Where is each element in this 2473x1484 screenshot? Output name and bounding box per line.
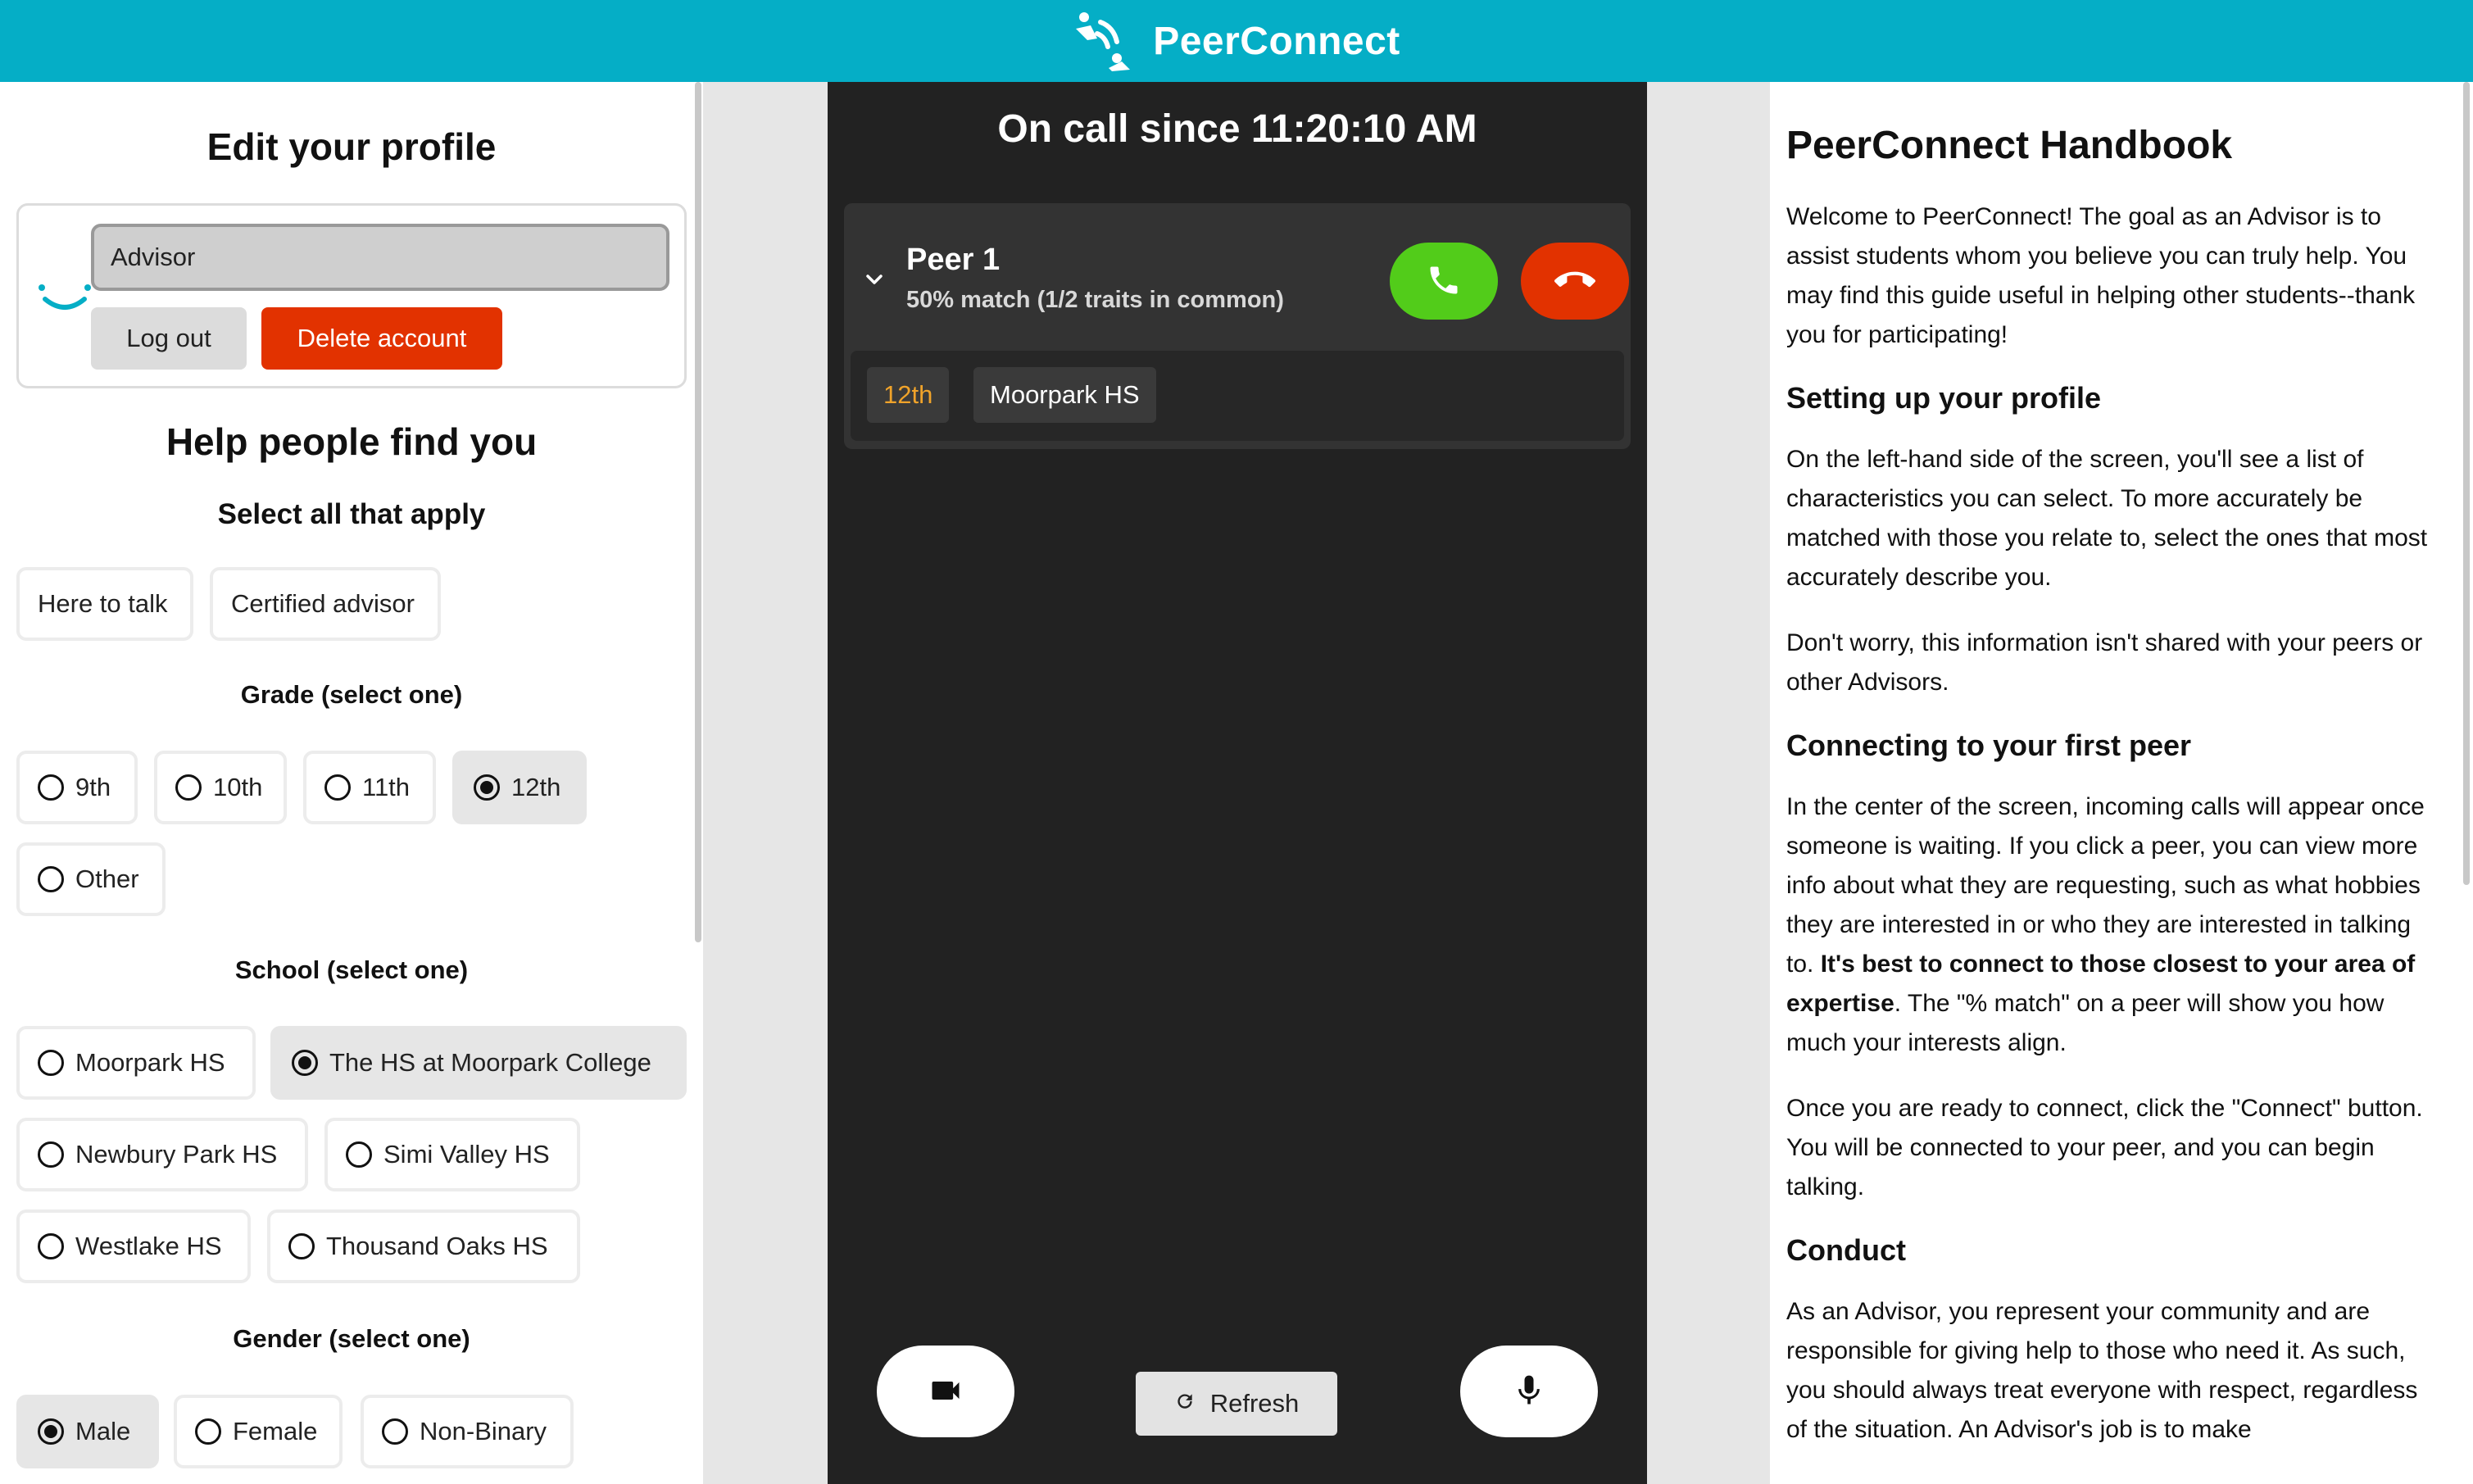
handbook-panel: PeerConnect Handbook Welcome to PeerConn… <box>1770 82 2473 1484</box>
brand: PeerConnect <box>1073 11 1400 71</box>
option-label: Newbury Park HS <box>75 1140 278 1169</box>
option-label: Simi Valley HS <box>383 1140 550 1169</box>
peer-name: Peer 1 <box>906 243 1001 277</box>
radio-icon <box>38 1141 64 1168</box>
radio-icon <box>346 1141 372 1168</box>
grade-option-10th[interactable]: 10th <box>154 751 287 824</box>
radio-icon <box>38 866 64 892</box>
peer-tag-grade: 12th <box>867 367 950 423</box>
radio-icon <box>38 774 64 801</box>
delete-account-button[interactable]: Delete account <box>261 307 502 370</box>
handbook-section-title: Setting up your profile <box>1786 381 2101 415</box>
handbook-section-title: Conduct <box>1786 1233 1906 1267</box>
display-name-input[interactable] <box>91 224 669 291</box>
radio-icon <box>38 1050 64 1076</box>
find-title: Help people find you <box>166 420 538 463</box>
call-status-title: On call since 11:20:10 AM <box>997 107 1477 151</box>
radio-icon <box>175 774 202 801</box>
radio-selected-icon <box>38 1418 64 1445</box>
microphone-toggle-button[interactable] <box>1460 1346 1598 1437</box>
profile-panel: Edit your profile Log out Delete account… <box>0 82 703 1484</box>
handbook-paragraph: As an Advisor, you represent your commun… <box>1786 1298 2418 1443</box>
grade-option-other[interactable]: Other <box>16 842 166 916</box>
refresh-icon <box>1174 1389 1196 1418</box>
peer-card[interactable]: Peer 1 50% match (1/2 traits in common) … <box>844 203 1631 449</box>
find-subtitle: Select all that apply <box>217 498 486 530</box>
profile-title: Edit your profile <box>206 125 497 168</box>
school-option-thousand-oaks-hs[interactable]: Thousand Oaks HS <box>267 1209 580 1283</box>
radio-icon <box>38 1233 64 1259</box>
video-camera-icon <box>928 1373 964 1411</box>
refresh-label: Refresh <box>1209 1389 1300 1418</box>
gender-option-non-binary[interactable]: Non-Binary <box>361 1395 574 1468</box>
grade-option-9th[interactable]: 9th <box>16 751 138 824</box>
grade-option-11th[interactable]: 11th <box>303 751 436 824</box>
option-label: Westlake HS <box>75 1232 222 1260</box>
radio-selected-icon <box>474 774 500 801</box>
handbook-paragraph: In the center of the screen, incoming ca… <box>1786 787 2442 1063</box>
grade-option-12th[interactable]: 12th <box>452 751 587 824</box>
option-label: 9th <box>75 773 111 801</box>
handbook-scrollbar[interactable] <box>2463 82 2470 885</box>
handbook-paragraph: Don't worry, this information isn't shar… <box>1786 629 2423 696</box>
top-bar: PeerConnect <box>0 0 2473 82</box>
handbook-section-title: Connecting to your first peer <box>1786 728 2192 762</box>
option-label: 12th <box>511 773 561 801</box>
logout-button[interactable]: Log out <box>91 307 247 370</box>
radio-icon <box>324 774 351 801</box>
school-option-simi-valley-hs[interactable]: Simi Valley HS <box>324 1118 580 1191</box>
profile-card: Log out Delete account <box>16 203 687 388</box>
role-chip-certified-advisor[interactable]: Certified advisor <box>210 567 441 641</box>
option-label: Moorpark HS <box>75 1048 225 1077</box>
chip-label: Certified advisor <box>231 589 415 618</box>
school-title: School (select one) <box>234 955 469 984</box>
handbook-paragraph: Once you are ready to connect, click the… <box>1786 1095 2423 1200</box>
handbook-title: PeerConnect Handbook <box>1786 124 2233 167</box>
option-label: Thousand Oaks HS <box>326 1232 548 1260</box>
call-panel: On call since 11:20:10 AM Peer 1 50% mat… <box>828 82 1647 1484</box>
peer-tag-school: Moorpark HS <box>973 367 1156 423</box>
option-label: 10th <box>213 773 263 801</box>
gender-title: Gender (select one) <box>233 1324 470 1353</box>
phone-icon <box>1426 262 1462 301</box>
option-label: Female <box>233 1417 318 1445</box>
option-label: Male <box>75 1417 131 1445</box>
school-option-moorpark-hs[interactable]: Moorpark HS <box>16 1026 256 1100</box>
peer-match: 50% match (1/2 traits in common) <box>906 287 1284 313</box>
chip-label: Here to talk <box>38 589 168 618</box>
peerconnect-logo-icon <box>1073 11 1133 71</box>
option-label: Non-Binary <box>420 1417 547 1445</box>
option-label: Other <box>75 865 139 893</box>
handbook-intro: Welcome to PeerConnect! The goal as an A… <box>1786 203 2416 348</box>
radio-selected-icon <box>292 1050 318 1076</box>
gender-option-male[interactable]: Male <box>16 1395 159 1468</box>
option-label: The HS at Moorpark College <box>329 1048 651 1077</box>
hang-up-icon <box>1554 260 1595 303</box>
radio-icon <box>382 1418 408 1445</box>
microphone-icon <box>1511 1373 1547 1411</box>
option-label: 11th <box>362 773 411 801</box>
radio-icon <box>195 1418 221 1445</box>
accept-call-button[interactable] <box>1390 243 1498 320</box>
school-option-hs-at-moorpark-college[interactable]: The HS at Moorpark College <box>270 1026 687 1100</box>
school-option-westlake-hs[interactable]: Westlake HS <box>16 1209 251 1283</box>
refresh-button[interactable]: Refresh <box>1136 1372 1337 1436</box>
brand-name: PeerConnect <box>1153 19 1400 63</box>
role-chip-here-to-talk[interactable]: Here to talk <box>16 567 193 641</box>
handbook-content: PeerConnect Handbook Welcome to PeerConn… <box>1786 123 2442 1476</box>
grade-title: Grade (select one) <box>240 680 463 709</box>
peer-tags: 12th Moorpark HS <box>851 351 1624 441</box>
handbook-paragraph: On the left-hand side of the screen, you… <box>1786 446 2428 591</box>
gender-option-female[interactable]: Female <box>174 1395 343 1468</box>
chevron-down-icon[interactable] <box>864 269 885 290</box>
school-option-newbury-park-hs[interactable]: Newbury Park HS <box>16 1118 308 1191</box>
decline-call-button[interactable] <box>1521 243 1629 320</box>
radio-icon <box>288 1233 315 1259</box>
avatar-smile-icon <box>37 271 93 320</box>
camera-toggle-button[interactable] <box>877 1346 1014 1437</box>
profile-scrollbar[interactable] <box>695 82 701 942</box>
